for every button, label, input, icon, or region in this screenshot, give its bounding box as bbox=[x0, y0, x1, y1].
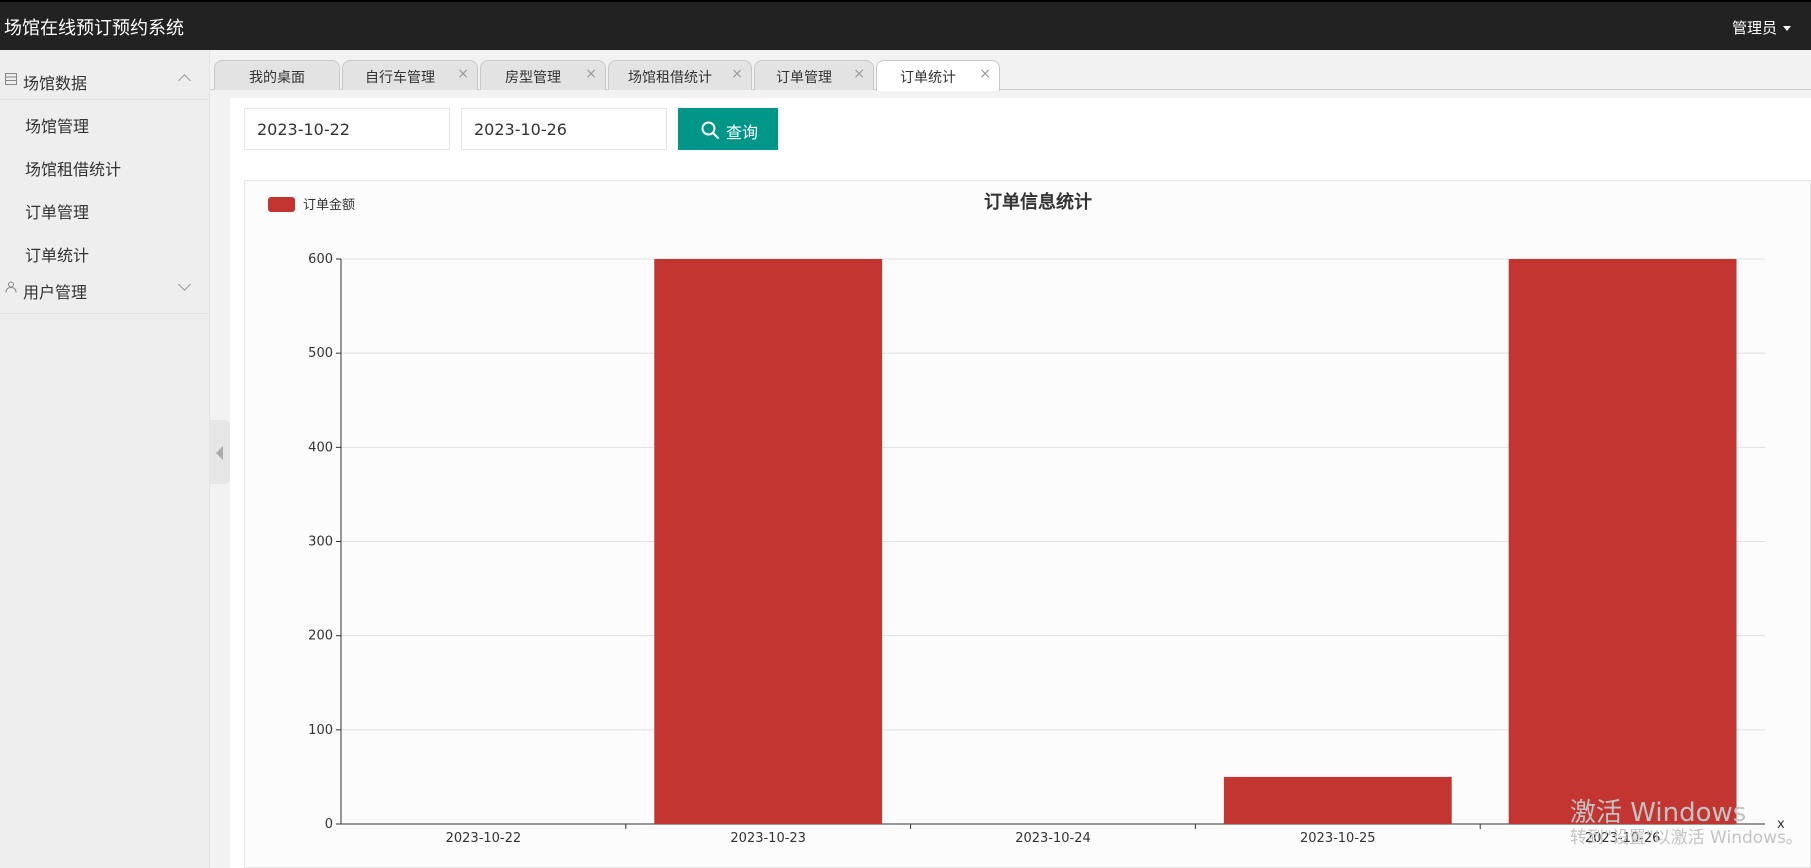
close-icon[interactable]: × bbox=[979, 66, 991, 82]
close-icon[interactable]: × bbox=[853, 66, 865, 82]
search-button-label: 查询 bbox=[726, 123, 759, 142]
y-tick-label: 500 bbox=[308, 346, 333, 361]
y-tick-label: 600 bbox=[308, 252, 333, 267]
y-tick-label: 200 bbox=[308, 629, 333, 644]
x-tick-label: 2023-10-22 bbox=[446, 831, 522, 846]
chart-panel: 订单金额 订单信息统计 0 100 200 300 400 500 600 2023-10-2… bbox=[244, 180, 1811, 868]
sidebar-item-label: 订单统计 bbox=[25, 246, 90, 265]
y-tick-label: 100 bbox=[308, 723, 333, 738]
sidebar-group-label: 场馆数据 bbox=[23, 74, 88, 93]
tab-label: 自行车管理 bbox=[365, 70, 435, 86]
tab-label: 订单统计 bbox=[900, 70, 956, 86]
order-stats-chart: 订单金额 订单信息统计 0 100 200 300 400 500 600 2023-10-2… bbox=[268, 191, 1785, 846]
y-tick-label: 300 bbox=[308, 535, 333, 550]
y-tick-label: 0 bbox=[325, 817, 333, 832]
x-tick-label: 2023-10-25 bbox=[1300, 831, 1376, 846]
collapse-left-icon bbox=[216, 446, 223, 460]
tab-bicycle-management[interactable]: 自行车管理 × bbox=[342, 60, 478, 90]
x-tick-label: 2023-10-24 bbox=[1015, 831, 1091, 846]
y-tick-label: 400 bbox=[308, 440, 333, 455]
sidebar-item-label: 场馆管理 bbox=[25, 117, 90, 136]
tab-room-type-management[interactable]: 房型管理 × bbox=[480, 60, 606, 90]
legend-label[interactable]: 订单金额 bbox=[303, 197, 355, 213]
sidebar-item-label: 场馆租借统计 bbox=[25, 160, 122, 179]
tab-venue-rental-stats[interactable]: 场馆租借统计 × bbox=[608, 60, 752, 90]
sidebar-item-order-stats[interactable]: 订单统计 bbox=[0, 229, 209, 272]
windows-activation-watermark: 激活 Windows 转到"设置"以激活 Windows。 bbox=[1570, 798, 1803, 848]
sidebar: 场馆数据 场馆管理 场馆租借统计 订单管理 订单统计 用户管理 bbox=[0, 50, 210, 868]
sidebar-item-venue-rental-stats[interactable]: 场馆租借统计 bbox=[0, 143, 209, 186]
tab-label: 我的桌面 bbox=[249, 70, 305, 86]
chevron-up-icon bbox=[178, 74, 191, 87]
watermark-line2: 转到"设置"以激活 Windows。 bbox=[1570, 828, 1803, 848]
x-tick-label: 2023-10-23 bbox=[730, 831, 806, 846]
sidebar-item-label: 订单管理 bbox=[25, 203, 90, 222]
tab-label: 订单管理 bbox=[776, 70, 832, 86]
tab-label: 场馆租借统计 bbox=[628, 70, 712, 86]
tab-order-management[interactable]: 订单管理 × bbox=[754, 60, 874, 90]
tab-label: 房型管理 bbox=[505, 70, 561, 86]
sidebar-item-order-management[interactable]: 订单管理 bbox=[0, 186, 209, 229]
plot-area: 0 100 200 300 400 500 600 2023-10-22 2023-10-23 2… bbox=[308, 252, 1785, 846]
tab-order-stats[interactable]: 订单统计 × bbox=[876, 60, 1000, 91]
tab-my-desktop[interactable]: 我的桌面 bbox=[214, 60, 340, 90]
watermark-line1: 激活 Windows bbox=[1570, 798, 1747, 828]
end-date-input[interactable] bbox=[461, 108, 667, 150]
search-icon bbox=[701, 121, 720, 140]
top-header: 场馆在线预订预约系统 管理员 bbox=[0, 0, 1811, 50]
sidebar-group-venue-data[interactable]: 场馆数据 bbox=[0, 50, 209, 100]
start-date-input[interactable] bbox=[244, 108, 450, 150]
bar[interactable] bbox=[1223, 776, 1452, 824]
caret-down-icon bbox=[1783, 26, 1791, 31]
search-button[interactable]: 查询 bbox=[678, 108, 778, 150]
app-title: 场馆在线预订预约系统 bbox=[4, 18, 184, 39]
bar[interactable] bbox=[654, 259, 883, 824]
chevron-down-icon bbox=[178, 278, 191, 291]
content-area: 查询 订单金额 订单信息统计 0 100 200 300 400 500 600 2023-1… bbox=[230, 98, 1811, 868]
admin-label: 管理员 bbox=[1731, 19, 1777, 37]
sidebar-group-user-management[interactable]: 用户管理 bbox=[0, 272, 209, 314]
close-icon[interactable]: × bbox=[457, 66, 469, 82]
table-icon bbox=[5, 73, 17, 85]
sidebar-collapse-handle[interactable] bbox=[210, 420, 230, 484]
close-icon[interactable]: × bbox=[731, 66, 743, 82]
user-icon bbox=[5, 281, 17, 293]
close-icon[interactable]: × bbox=[585, 66, 597, 82]
admin-menu[interactable]: 管理员 bbox=[1732, 17, 1791, 38]
chart-title: 订单信息统计 bbox=[984, 191, 1092, 213]
bar[interactable] bbox=[1508, 259, 1737, 824]
sidebar-item-venue-management[interactable]: 场馆管理 bbox=[0, 100, 209, 143]
sidebar-group-label: 用户管理 bbox=[23, 283, 88, 302]
tab-bar: 我的桌面 自行车管理 × 房型管理 × 场馆租借统计 × 订单管理 × 订单统计… bbox=[210, 50, 1811, 91]
legend-swatch[interactable] bbox=[268, 197, 295, 212]
